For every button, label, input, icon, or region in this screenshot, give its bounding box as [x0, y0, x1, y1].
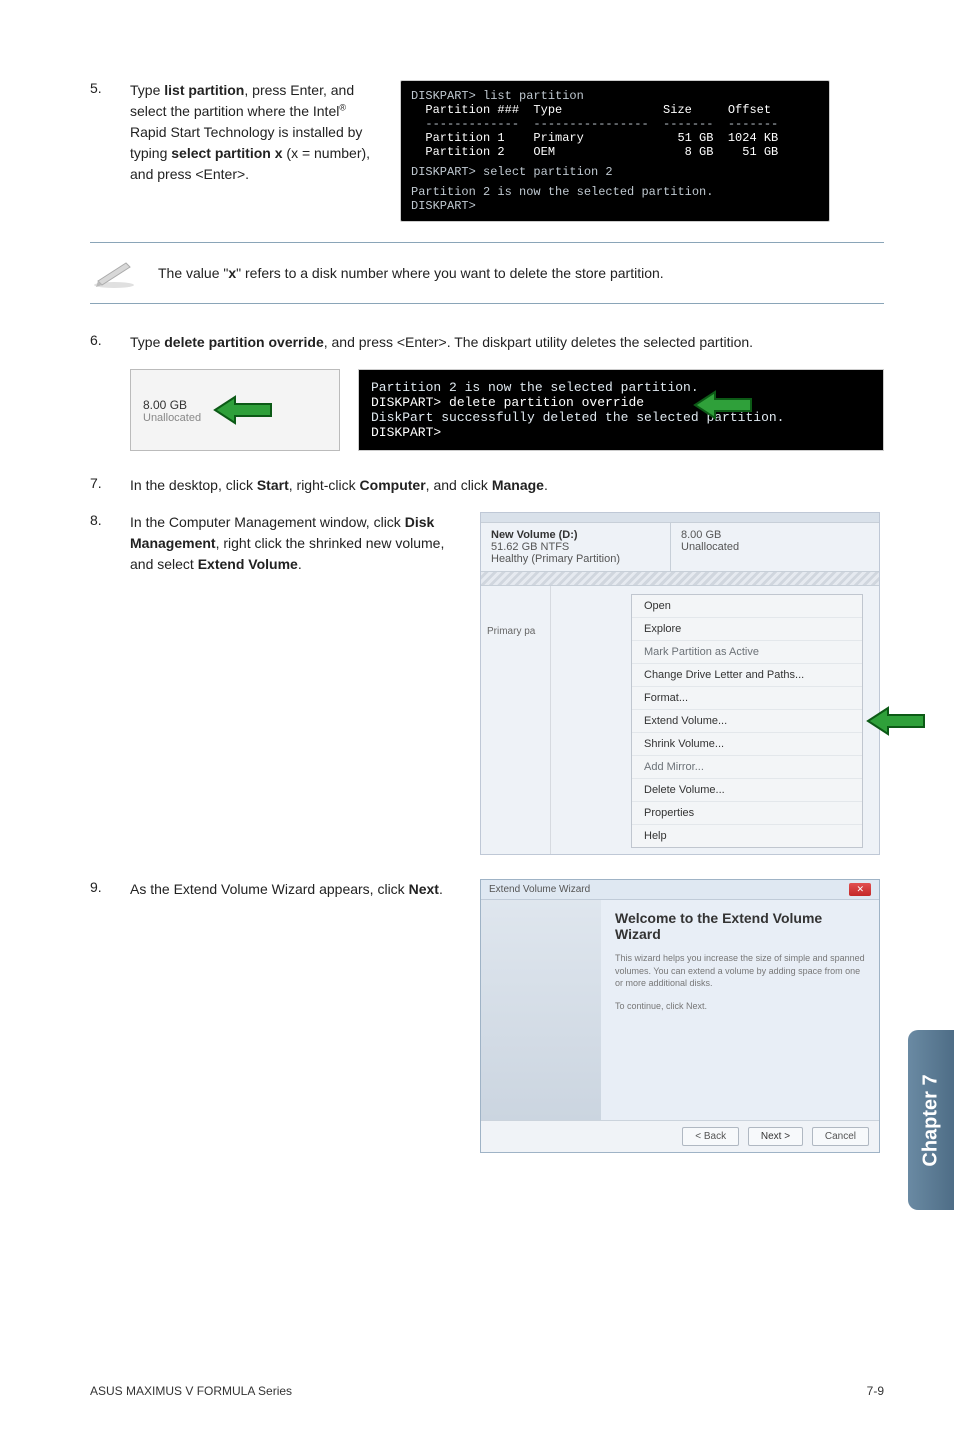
menu-item-help[interactable]: Help [632, 825, 862, 847]
wizard-sidebar-image [481, 900, 601, 1120]
menu-item-explore[interactable]: Explore [632, 618, 862, 641]
footer-left: ASUS MAXIMUS V FORMULA Series [90, 1384, 292, 1398]
wizard-titlebar: Extend Volume Wizard [489, 884, 590, 895]
disk-management-panel: New Volume (D:) 51.62 GB NTFS Healthy (P… [480, 512, 880, 855]
row-label: Primary pa [481, 586, 551, 854]
step-text: As the Extend Volume Wizard appears, cli… [130, 879, 443, 900]
arrow-left-icon [213, 395, 273, 425]
menu-item-mark-active: Mark Partition as Active [632, 641, 862, 664]
step-text: In the desktop, click Start, right-click… [130, 475, 548, 496]
next-button[interactable]: Next > [748, 1127, 803, 1146]
step-number: 7. [90, 475, 130, 496]
note-box: The value "x" refers to a disk number wh… [90, 242, 884, 304]
unallocated-box: 8.00 GB Unallocated [130, 369, 340, 451]
cancel-button[interactable]: Cancel [812, 1127, 869, 1146]
step-number: 8. [90, 512, 130, 575]
arrow-left-icon [693, 390, 753, 420]
unallocated-info: 8.00 GB Unallocated [671, 523, 879, 571]
diskpart-console: DISKPART> list partition Partition ### T… [400, 80, 830, 222]
extend-volume-wizard: Extend Volume Wizard ✕ Welcome to the Ex… [480, 879, 880, 1153]
close-icon[interactable]: ✕ [849, 883, 871, 896]
arrow-left-icon [866, 706, 926, 736]
step-number: 6. [90, 332, 130, 353]
step-text: Type list partition, press Enter, and se… [130, 80, 380, 185]
menu-item-change-letter[interactable]: Change Drive Letter and Paths... [632, 664, 862, 687]
context-menu: Open Explore Mark Partition as Active Ch… [631, 594, 863, 848]
menu-item-add-mirror: Add Mirror... [632, 756, 862, 779]
menu-item-delete-volume[interactable]: Delete Volume... [632, 779, 862, 802]
step-text: In the Computer Management window, click… [130, 512, 460, 575]
diskpart-console-2: Partition 2 is now the selected partitio… [358, 369, 884, 451]
volume-info: New Volume (D:) 51.62 GB NTFS Healthy (P… [481, 523, 671, 571]
back-button: < Back [682, 1127, 739, 1146]
wizard-paragraph: To continue, click Next. [615, 1000, 865, 1013]
footer-right: 7-9 [867, 1384, 884, 1398]
menu-item-shrink-volume[interactable]: Shrink Volume... [632, 733, 862, 756]
menu-item-format[interactable]: Format... [632, 687, 862, 710]
wizard-heading: Welcome to the Extend Volume Wizard [615, 910, 865, 942]
note-text: The value "x" refers to a disk number wh… [158, 263, 664, 284]
menu-item-extend-volume[interactable]: Extend Volume... [632, 710, 862, 733]
chapter-tab: Chapter 7 [908, 1030, 954, 1210]
menu-item-properties[interactable]: Properties [632, 802, 862, 825]
step-text: Type delete partition override, and pres… [130, 332, 753, 353]
step-number: 9. [90, 879, 130, 900]
menu-item-open[interactable]: Open [632, 595, 862, 618]
pencil-icon [90, 257, 138, 289]
step-number: 5. [90, 80, 130, 185]
wizard-paragraph: This wizard helps you increase the size … [615, 952, 865, 990]
